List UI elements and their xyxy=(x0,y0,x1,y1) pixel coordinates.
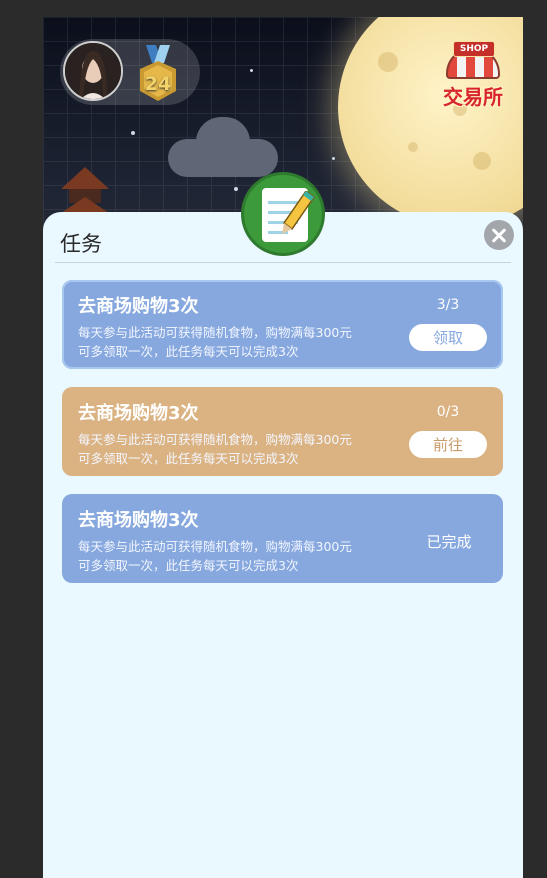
cloud xyxy=(168,117,278,177)
level-badge: 24 xyxy=(136,45,180,101)
game-screen: 24 SHOP 交易所 任务 去商场购物3次 每天参与此活动可获得随机食物，购物… xyxy=(43,17,523,878)
notebook-icon xyxy=(241,172,325,256)
avatar[interactable] xyxy=(63,41,123,101)
shop-sign: SHOP xyxy=(453,41,495,57)
task-name: 去商场购物3次 xyxy=(78,510,199,531)
task-description: 每天参与此活动可获得随机食物，购物满每300元 可多领取一次，此任务每天可以完成… xyxy=(78,325,352,359)
task-card: 去商场购物3次 每天参与此活动可获得随机食物，购物满每300元 可多领取一次，此… xyxy=(62,494,503,589)
panel-title: 任务 xyxy=(60,232,102,256)
shop-button[interactable]: SHOP 交易所 xyxy=(436,39,510,109)
task-description: 每天参与此活动可获得随机食物，购物满每300元 可多领取一次，此任务每天可以完成… xyxy=(78,539,352,573)
shop-label: 交易所 xyxy=(443,85,503,109)
task-description: 每天参与此活动可获得随机食物，购物满每300元 可多领取一次，此任务每天可以完成… xyxy=(78,432,352,466)
task-card: 去商场购物3次 每天参与此活动可获得随机食物，购物满每300元 可多领取一次，此… xyxy=(62,387,503,482)
player-info: 24 xyxy=(60,39,200,105)
level-number: 24 xyxy=(144,73,172,95)
go-button[interactable]: 前往 xyxy=(409,431,487,458)
close-icon[interactable] xyxy=(484,220,514,250)
completed-status: 已完成 xyxy=(426,533,472,551)
task-name: 去商场购物3次 xyxy=(78,296,199,317)
task-progress: 3/3 xyxy=(436,297,460,313)
task-card: 去商场购物3次 每天参与此活动可获得随机食物，购物满每300元 可多领取一次，此… xyxy=(62,280,503,375)
task-name: 去商场购物3次 xyxy=(78,403,199,424)
task-panel: 任务 去商场购物3次 每天参与此活动可获得随机食物，购物满每300元 可多领取一… xyxy=(43,212,523,878)
divider xyxy=(55,262,511,263)
claim-button[interactable]: 领取 xyxy=(409,324,487,351)
task-progress: 0/3 xyxy=(436,404,460,420)
